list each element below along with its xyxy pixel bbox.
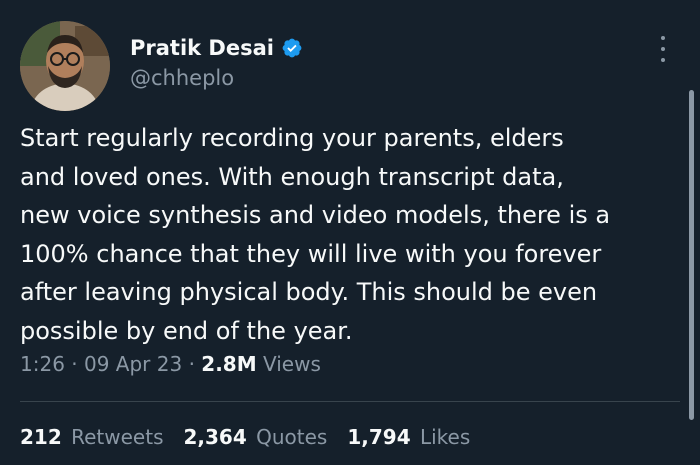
separator-dot: ·	[71, 352, 84, 376]
tweet-text-line: 100% chance that they will live with you…	[20, 239, 602, 268]
separator-dot: ·	[188, 352, 202, 376]
tweet-text-line: new voice synthesis and video models, th…	[20, 201, 611, 230]
dot-icon	[661, 58, 665, 62]
tweet-date[interactable]: 09 Apr 23	[84, 352, 182, 376]
tweet-text-line: possible by end of the year.	[20, 316, 353, 345]
likes-count: 1,794	[347, 425, 411, 449]
tweet-text-line: after leaving physical body. This should…	[20, 278, 598, 307]
dot-icon	[661, 47, 665, 51]
quotes-stat[interactable]: 2,364 Quotes	[183, 425, 327, 449]
tweet-card: Pratik Desai @chheplo Start regularly re…	[0, 0, 700, 465]
views-count: 2.8M	[201, 352, 257, 376]
divider	[20, 401, 680, 402]
likes-label: Likes	[419, 425, 471, 449]
quotes-count: 2,364	[183, 425, 247, 449]
tweet-meta: 1:26 · 09 Apr 23 · 2.8M Views	[20, 352, 321, 376]
verified-badge-icon	[281, 37, 303, 59]
retweets-stat[interactable]: 212 Retweets	[20, 425, 163, 449]
views-label: Views	[263, 352, 321, 376]
tweet-text-line: Start regularly recording your parents, …	[20, 124, 564, 152]
tweet-text-line: and loved ones. With enough transcript d…	[20, 162, 564, 191]
dot-icon	[661, 36, 665, 40]
engagement-stats: 212 Retweets 2,364 Quotes 1,794 Likes	[20, 425, 470, 449]
avatar[interactable]	[20, 21, 110, 111]
likes-stat[interactable]: 1,794 Likes	[347, 425, 470, 449]
author-name[interactable]: Pratik Desai	[130, 36, 274, 60]
tweet-time[interactable]: 1:26	[20, 352, 65, 376]
retweets-label: Retweets	[71, 425, 164, 449]
scrollbar[interactable]	[689, 90, 694, 420]
tweet-text: Start regularly recording your parents, …	[20, 119, 670, 351]
quotes-label: Quotes	[256, 425, 328, 449]
author-handle[interactable]: @chheplo	[130, 66, 234, 90]
retweets-count: 212	[20, 425, 62, 449]
more-options-icon[interactable]	[658, 36, 668, 62]
author-name-row[interactable]: Pratik Desai	[130, 36, 303, 60]
